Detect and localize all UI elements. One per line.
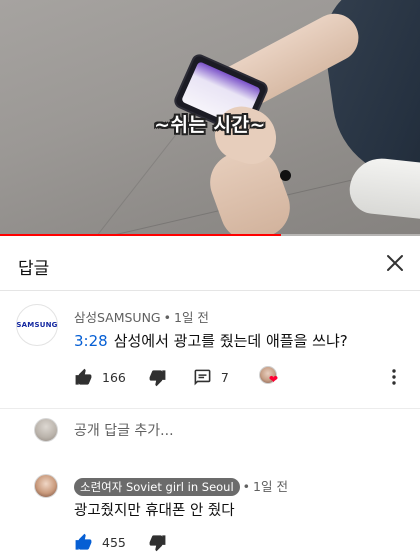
reply-meta: 소련여자 Soviet girl in Seoul • 1일 전 xyxy=(74,476,288,496)
close-icon xyxy=(387,255,403,271)
video-player[interactable]: ~쉬는 시간~ xyxy=(0,0,420,236)
dislike-button[interactable] xyxy=(148,368,167,387)
comment-icon xyxy=(194,369,211,385)
reply-input[interactable] xyxy=(74,418,394,444)
replies-title: 답글 xyxy=(18,259,50,279)
more-options-button[interactable] xyxy=(384,369,404,385)
video-caption: ~쉬는 시간~ xyxy=(154,114,266,136)
video-progress-fill xyxy=(0,234,282,236)
comment-text: 삼성에서 광고를 줬는데 애플을 쓰냐? xyxy=(113,332,348,350)
reply-dislike-button[interactable] xyxy=(148,533,167,552)
avatar[interactable] xyxy=(34,474,58,498)
current-user-avatar xyxy=(34,418,58,442)
reply-count: 7 xyxy=(220,369,229,385)
reply-actions: 455 xyxy=(74,530,167,554)
comment-body: 3:28 삼성에서 광고를 줬는데 애플을 쓰냐? xyxy=(74,330,348,351)
thumb-down-icon xyxy=(149,534,166,551)
replies-header: 답글 xyxy=(0,237,420,291)
avatar-logo-text: SAMSUNG xyxy=(16,321,58,329)
reply-text: 광고줬지만 휴대폰 안 줬다 xyxy=(74,503,235,519)
touch-indicator xyxy=(280,170,291,181)
creator-heart-icon: ❤ xyxy=(268,373,279,386)
reply-count-button[interactable]: 7 xyxy=(193,368,229,387)
reply-like-button[interactable]: 455 xyxy=(74,533,126,552)
close-button[interactable] xyxy=(380,248,410,278)
video-progress-bar[interactable] xyxy=(0,234,420,236)
parent-comment: SAMSUNG 삼성SAMSUNG • 1일 전 3:28 삼성에서 광고를 줬는데 … xyxy=(0,292,420,408)
timestamp-link[interactable]: 3:28 xyxy=(74,332,108,350)
creator-heart-badge[interactable]: ❤ xyxy=(258,366,281,388)
thumb-down-icon xyxy=(149,369,166,386)
like-button[interactable]: 166 xyxy=(74,368,126,387)
reply-like-count: 455 xyxy=(102,534,126,550)
comment-time: 1일 전 xyxy=(174,310,209,325)
thumb-up-icon xyxy=(75,533,92,550)
more-vertical-icon xyxy=(392,369,396,385)
like-count: 166 xyxy=(102,369,126,385)
avatar[interactable]: SAMSUNG xyxy=(16,304,58,346)
reply-author[interactable]: 소련여자 Soviet girl in Seoul xyxy=(74,478,240,496)
comment-actions: 166 7 ❤ xyxy=(74,365,410,389)
add-reply-row xyxy=(0,408,420,454)
sneaker xyxy=(347,155,420,221)
thumb-up-icon xyxy=(75,368,92,385)
reply-time: 1일 전 xyxy=(253,479,288,494)
reply-comment: 소련여자 Soviet girl in Seoul • 1일 전 광고줬지만 휴대폰… xyxy=(0,464,420,560)
comment-author[interactable]: 삼성SAMSUNG xyxy=(74,310,161,325)
comment-meta: 삼성SAMSUNG • 1일 전 xyxy=(74,310,209,325)
